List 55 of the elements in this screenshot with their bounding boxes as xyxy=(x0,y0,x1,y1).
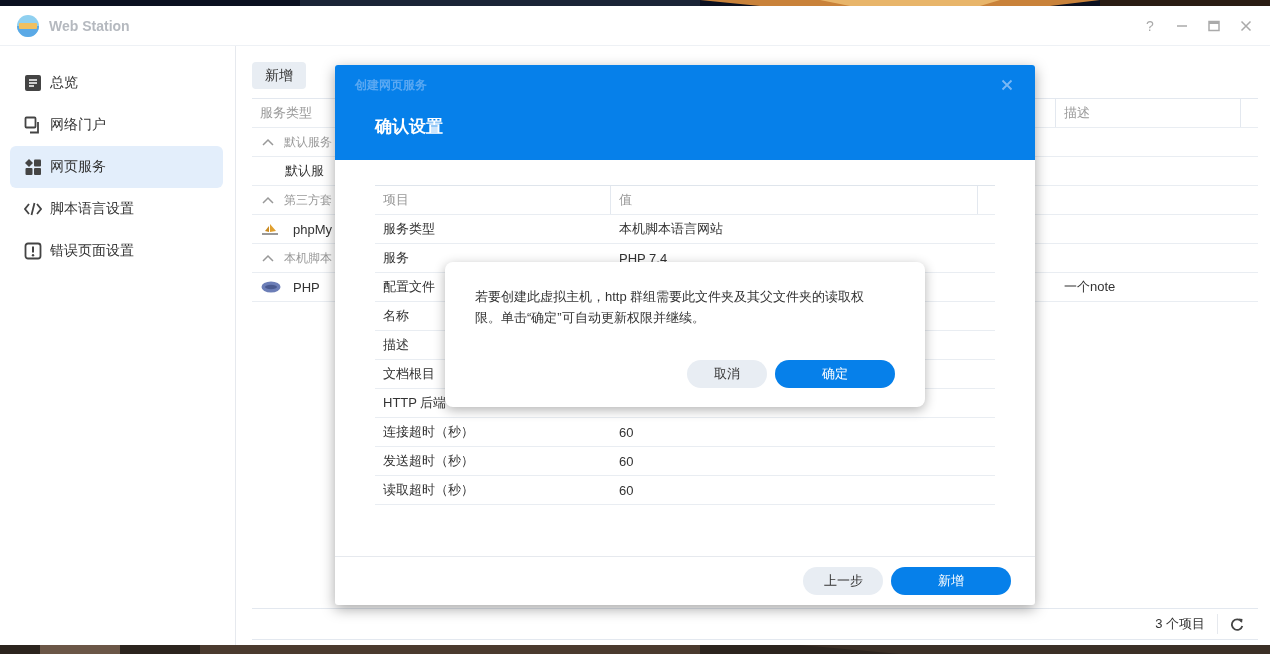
dialog-title: 确认设置 xyxy=(375,116,443,138)
cancel-button[interactable]: 取消 xyxy=(687,360,767,388)
description-cell-text: 一个note xyxy=(1063,278,1116,296)
ok-button[interactable]: 确定 xyxy=(775,360,895,388)
item-count: 3 个项目 xyxy=(1155,615,1205,633)
table-cell: 名称 xyxy=(383,307,409,325)
group-label: 默认服务 xyxy=(284,133,332,151)
table-cell: 发送超时（秒） xyxy=(383,452,474,470)
grid-icon xyxy=(24,158,42,176)
warning-icon xyxy=(24,242,42,260)
document-icon xyxy=(24,74,42,92)
table-cell: 服务 xyxy=(383,249,409,267)
chevron-up-icon[interactable] xyxy=(262,138,274,146)
table-cell: 文档根目 xyxy=(383,365,435,383)
table-cell: 连接超时（秒） xyxy=(383,423,474,441)
table-cell: 服务类型 xyxy=(383,220,435,238)
column-header: 描述 xyxy=(1056,99,1241,127)
service-name: PHP xyxy=(293,279,320,295)
column-header: 项目 xyxy=(375,186,611,214)
window-title: Web Station xyxy=(49,17,130,34)
maximize-icon[interactable] xyxy=(1208,19,1220,32)
group-label: 第三方套 xyxy=(284,191,332,209)
chevron-up-icon[interactable] xyxy=(262,196,274,204)
table-cell: HTTP 后端 xyxy=(383,394,447,412)
sailboat-icon xyxy=(261,223,279,235)
message-text: 若要创建此虚拟主机，http 群组需要此文件夹及其父文件夹的读取权限。单击“确定”可自动更新权限并继续。 xyxy=(475,288,866,327)
table-cell: 60 xyxy=(619,453,634,469)
table-cell: 配置文件 xyxy=(383,278,435,296)
dialog-caption: 创建网页服务 xyxy=(355,77,427,94)
back-button[interactable]: 上一步 xyxy=(803,567,883,595)
sidebar-item[interactable]: 脚本语言设置 xyxy=(10,188,223,230)
column-header: 服务类型 xyxy=(259,104,313,122)
sidebar-item[interactable]: 网络门户 xyxy=(10,104,223,146)
group-label: 本机脚本 xyxy=(284,249,332,267)
refresh-icon[interactable] xyxy=(1230,617,1244,631)
column-header: 值 xyxy=(611,186,978,214)
close-icon[interactable] xyxy=(1001,79,1013,91)
code-icon xyxy=(24,200,42,218)
service-name: 默认服 xyxy=(285,162,324,180)
globe-icon xyxy=(16,13,40,38)
table-cell: 描述 xyxy=(383,336,409,354)
table-cell: 60 xyxy=(619,424,634,440)
add-button[interactable]: 新增 xyxy=(252,62,306,89)
service-name: phpMy xyxy=(293,221,333,237)
create-button[interactable]: 新增 xyxy=(891,567,1011,595)
table-cell: 读取超时（秒） xyxy=(383,481,474,499)
table-cell: 60 xyxy=(619,482,634,498)
sidebar-item[interactable]: 总览 xyxy=(10,62,223,104)
php-logo-icon xyxy=(261,281,281,293)
close-icon[interactable] xyxy=(1240,19,1252,32)
windows-icon xyxy=(24,116,42,134)
sidebar-item[interactable]: 网页服务 xyxy=(10,146,223,188)
table-cell: 本机脚本语言网站 xyxy=(619,220,723,238)
chevron-up-icon[interactable] xyxy=(262,254,274,262)
sidebar-item[interactable]: 错误页面设置 xyxy=(10,230,223,272)
